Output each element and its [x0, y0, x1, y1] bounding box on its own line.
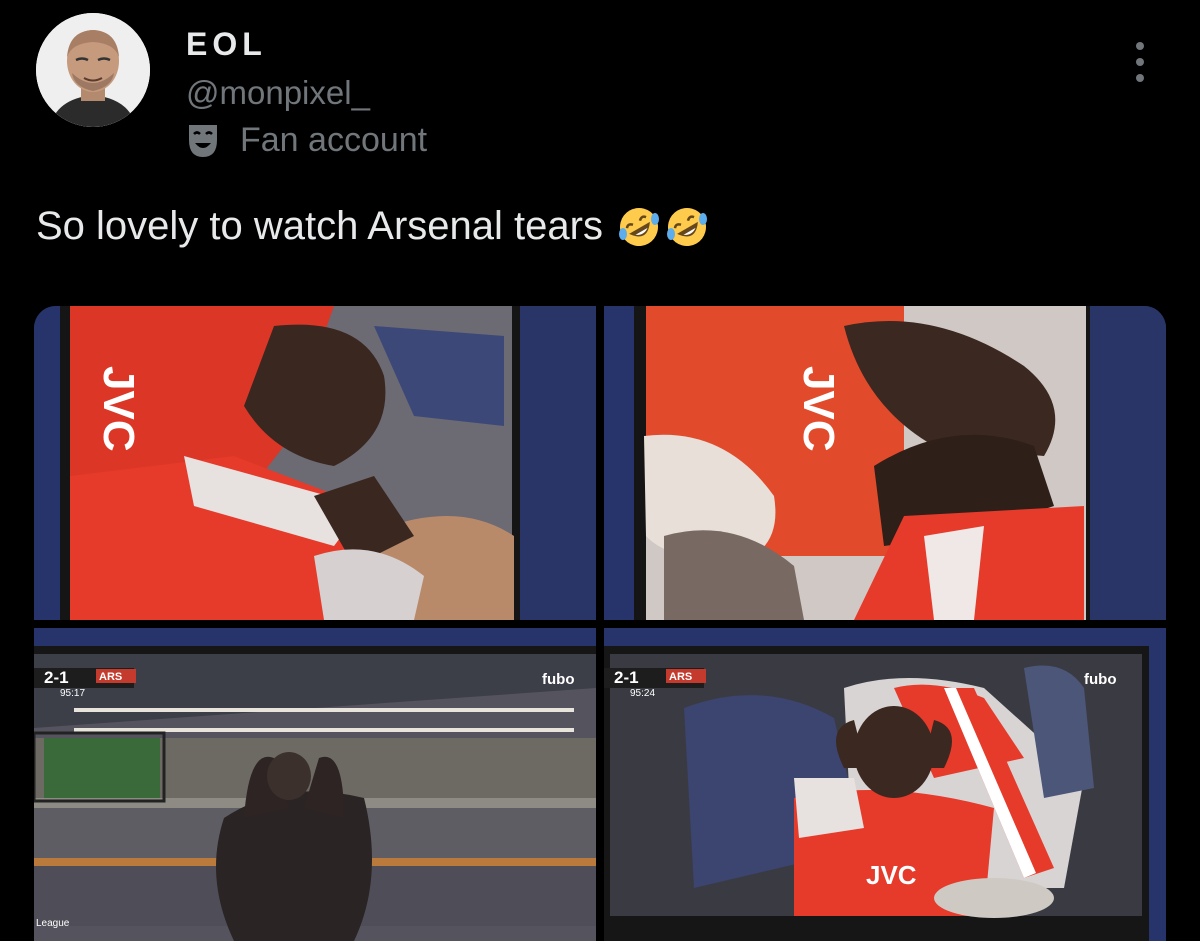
shirt-text: JVC	[866, 860, 917, 890]
avatar-image	[36, 13, 150, 127]
rolling-on-floor-laughing-emoji	[666, 207, 707, 246]
avatar[interactable]	[36, 13, 150, 127]
photo-stadium-tv: 2-1 ARS 95:17 fubo League	[34, 628, 596, 941]
match-clock: 95:24	[630, 688, 655, 699]
media-image-1[interactable]: JVC	[34, 306, 596, 620]
broadcaster-logo: fubo	[542, 671, 574, 688]
rolling-on-floor-laughing-emoji	[618, 207, 659, 246]
photo-fan-crying-2: JVC	[604, 306, 1166, 620]
score-text: 2-1	[44, 668, 69, 687]
account-label[interactable]: Fan account	[186, 121, 427, 160]
side-text: League	[36, 918, 70, 929]
photo-fan-crying-1: JVC	[34, 306, 596, 620]
broadcaster-logo: fubo	[1084, 671, 1116, 688]
team-text: ARS	[99, 671, 122, 683]
score-text: 2-1	[614, 668, 639, 687]
match-clock: 95:17	[60, 688, 85, 699]
photo-fan-hands-on-head: 2-1 ARS 95:24 fubo JVC	[604, 628, 1166, 941]
theater-mask-icon	[189, 124, 217, 157]
media-grid: JVC JVC 2-1 ARS 95:17 fubo League 2-1 AR…	[34, 306, 1166, 941]
display-name[interactable]: EOL	[186, 26, 267, 63]
more-dot	[1136, 74, 1144, 82]
username-handle[interactable]: @monpixel_	[186, 74, 370, 112]
shirt-text: JVC	[794, 366, 843, 452]
more-vertical-icon	[1136, 42, 1144, 50]
tweet-text: So lovely to watch Arsenal tears	[36, 204, 709, 249]
team-text: ARS	[669, 671, 692, 683]
more-dot	[1136, 58, 1144, 66]
shirt-text: JVC	[94, 366, 143, 452]
media-image-4[interactable]: 2-1 ARS 95:24 fubo JVC	[604, 628, 1166, 941]
account-label-text: Fan account	[240, 121, 428, 159]
media-image-3[interactable]: 2-1 ARS 95:17 fubo League	[34, 628, 596, 941]
more-options-button[interactable]	[1128, 42, 1152, 82]
media-image-2[interactable]: JVC	[604, 306, 1166, 620]
tweet-body: So lovely to watch Arsenal tears	[36, 204, 603, 248]
